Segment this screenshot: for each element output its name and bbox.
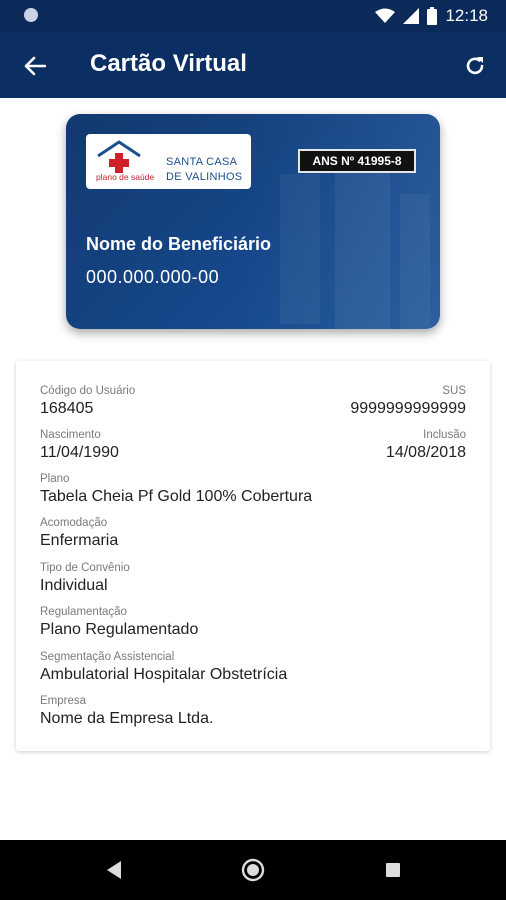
acomodacao-value: Enfermaria <box>40 532 119 549</box>
sus-value: 9999999999999 <box>350 400 466 417</box>
card-number: 000.000.000-00 <box>86 267 220 287</box>
logo-line-2: DE VALINHOS <box>166 171 243 183</box>
empresa-value: Nome da Empresa Ltda. <box>40 710 214 727</box>
nascimento-label: Nascimento <box>40 429 101 441</box>
segmentacao-value: Ambulatorial Hospitalar Obstetrícia <box>40 666 288 683</box>
ans-badge: ANS Nº 41995-8 <box>298 149 416 173</box>
logo-tagline: plano de saúde <box>96 172 155 182</box>
acomodacao-label: Acomodação <box>40 517 108 529</box>
nascimento-value: 11/04/1990 <box>40 444 119 461</box>
inclusao-label: Inclusão <box>423 429 466 441</box>
sus-label: SUS <box>442 385 466 397</box>
system-nav-bar <box>0 840 506 900</box>
wifi-icon <box>375 8 396 23</box>
signal-icon <box>403 8 420 24</box>
plan-logo: plano de saúde SANTA CASA DE VALINHOS <box>86 134 251 189</box>
nav-home-button[interactable] <box>241 858 265 882</box>
square-recents-icon <box>386 863 400 877</box>
beneficiary-details: Código do Usuário 168405 SUS 99999999999… <box>16 361 490 751</box>
tipo-label: Tipo de Convênio <box>40 562 130 574</box>
inclusao-value: 14/08/2018 <box>385 444 466 461</box>
codigo-label: Código do Usuário <box>40 385 136 397</box>
house-cross-icon <box>97 140 141 173</box>
back-button[interactable] <box>18 49 52 83</box>
refresh-icon <box>466 57 484 75</box>
empresa-label: Empresa <box>40 695 87 707</box>
status-time: 12:18 <box>445 6 488 25</box>
logo-line-1: SANTA CASA <box>166 156 238 168</box>
nav-back-button[interactable] <box>102 858 126 882</box>
status-icons: 12:18 <box>375 6 488 26</box>
regulamentacao-label: Regulamentação <box>40 606 127 618</box>
card-background <box>240 114 440 329</box>
codigo-value: 168405 <box>40 400 94 417</box>
tipo-value: Individual <box>40 577 108 594</box>
regulamentacao-value: Plano Regulamentado <box>40 621 199 638</box>
segmentacao-label: Segmentação Assistencial <box>40 651 175 663</box>
circle-home-icon <box>241 858 265 882</box>
status-bar: 12:18 <box>0 0 506 32</box>
plano-label: Plano <box>40 473 70 485</box>
app-bar: Cartão Virtual <box>0 32 506 98</box>
page-title: Cartão Virtual <box>90 50 247 77</box>
refresh-button[interactable] <box>458 49 492 83</box>
battery-icon <box>427 7 438 25</box>
arrow-left-icon <box>24 56 46 76</box>
nav-recents-button[interactable] <box>381 858 405 882</box>
triangle-back-icon <box>107 861 121 879</box>
notification-dot-icon <box>24 8 38 22</box>
virtual-card: plano de saúde SANTA CASA DE VALINHOS AN… <box>66 114 440 329</box>
plano-value: Tabela Cheia Pf Gold 100% Cobertura <box>40 488 313 505</box>
beneficiary-name: Nome do Beneficiário <box>86 234 272 254</box>
